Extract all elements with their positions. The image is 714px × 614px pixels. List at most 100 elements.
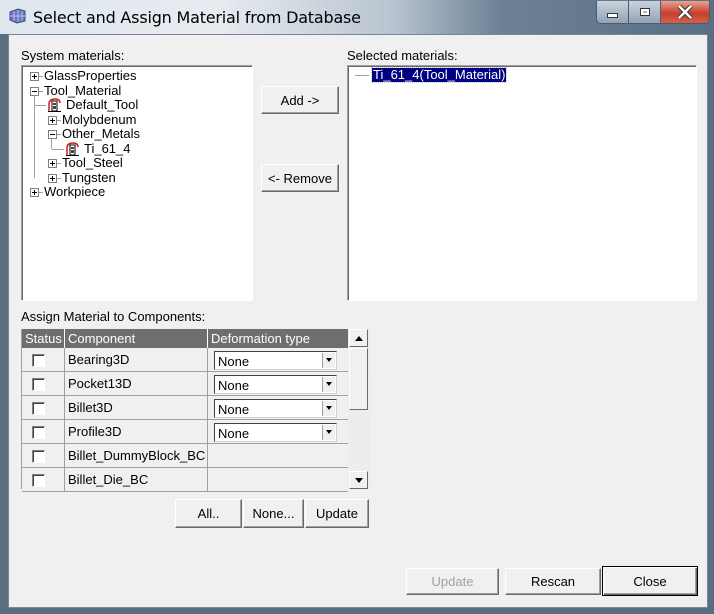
expand-icon[interactable] (48, 115, 57, 125)
column-component[interactable]: Component (65, 329, 208, 348)
deformation-type-select[interactable]: None (214, 399, 337, 418)
footer-update-button[interactable]: Update (406, 568, 499, 595)
tree-connector (57, 177, 61, 179)
status-cell (22, 420, 65, 443)
selected-materials-list[interactable]: Ti_61_4(Tool_Material) (347, 65, 697, 301)
column-status[interactable]: Status (22, 329, 65, 348)
deformation-cell: None (208, 420, 348, 443)
table-row: Bearing3D None (22, 348, 348, 372)
deformation-type-select[interactable]: None (214, 351, 337, 370)
status-cell (22, 444, 65, 467)
tree-connector (34, 105, 46, 106)
system-materials-tree[interactable]: GlassProperties Tool_Material Default_Tool… (21, 65, 253, 301)
expand-icon[interactable] (30, 72, 39, 81)
table-row: Profile3D None (22, 420, 348, 444)
window-title: Select and Assign Material from Database (33, 8, 361, 27)
expand-icon[interactable] (30, 188, 39, 197)
tree-connector (57, 134, 61, 135)
status-cell (22, 348, 65, 371)
status-checkbox[interactable] (32, 378, 45, 391)
tree-node[interactable]: Default_Tool (66, 98, 138, 112)
material-icon (48, 98, 61, 112)
tree-node[interactable]: Other_Metals (62, 127, 140, 141)
component-cell: Bearing3D (65, 348, 208, 371)
table-row: Pocket13D None (22, 372, 348, 396)
status-checkbox[interactable] (32, 402, 45, 415)
arrow-up-icon (355, 336, 363, 341)
tree-node[interactable]: Tungsten (62, 170, 116, 185)
deformation-cell (208, 468, 348, 491)
table-header: Status Component Deformation type (22, 329, 348, 348)
select-none-button[interactable]: None... (243, 499, 304, 528)
tree-node[interactable]: Tool_Steel (62, 156, 123, 170)
component-cell: Profile3D (65, 420, 208, 443)
tree-node[interactable]: Ti_61_4 (84, 141, 131, 156)
title-bar[interactable]: Select and Assign Material from Database (0, 0, 714, 34)
deformation-cell: None (208, 348, 348, 371)
select-all-button[interactable]: All.. (175, 499, 242, 528)
status-checkbox[interactable] (32, 450, 45, 463)
tree-connector (57, 163, 61, 164)
dropdown-arrow-icon[interactable] (322, 377, 335, 392)
component-cell: Billet_Die_BC (65, 468, 208, 491)
tree-node[interactable]: GlassProperties (44, 69, 136, 83)
component-cell: Billet_DummyBlock_BC (65, 444, 208, 467)
minimize-icon (607, 13, 618, 18)
column-deformation-type[interactable]: Deformation type (208, 329, 348, 348)
add-button[interactable]: Add -> (261, 86, 339, 114)
tree-connector (57, 119, 61, 121)
deformation-cell (208, 444, 348, 467)
scroll-thumb[interactable] (349, 348, 368, 410)
maximize-button[interactable] (629, 1, 661, 23)
deformation-type-value: None (218, 378, 250, 393)
assign-label: Assign Material to Components: (21, 309, 206, 324)
scroll-up-button[interactable] (349, 329, 368, 347)
close-window-button[interactable] (661, 1, 709, 23)
maximize-icon (639, 8, 650, 16)
dialog-body: System materials: GlassProperties Tool_Ma… (8, 34, 708, 608)
minimize-button[interactable] (597, 1, 629, 23)
table-row: Billet_DummyBlock_BC (22, 444, 348, 468)
status-cell (22, 468, 65, 491)
app-icon (9, 8, 26, 24)
rescan-button[interactable]: Rescan (505, 568, 601, 595)
tree-connector (52, 148, 64, 150)
dropdown-arrow-icon[interactable] (322, 401, 335, 416)
close-icon (677, 5, 693, 19)
table-scrollbar[interactable] (348, 329, 370, 489)
dropdown-arrow-icon[interactable] (322, 353, 335, 368)
window-controls (596, 1, 710, 24)
tree-connector (39, 192, 43, 193)
tree-connector (39, 90, 43, 92)
scroll-down-button[interactable] (349, 471, 368, 489)
deformation-type-select[interactable]: None (214, 375, 337, 394)
selected-material-item[interactable]: Ti_61_4(Tool_Material) (370, 67, 508, 83)
deformation-type-value: None (218, 426, 250, 441)
expand-icon[interactable] (48, 173, 57, 183)
status-checkbox[interactable] (32, 474, 45, 487)
table-row: Billet3D None (22, 396, 348, 420)
arrow-down-icon (355, 478, 363, 483)
remove-button[interactable]: <- Remove (261, 164, 339, 192)
dropdown-arrow-icon[interactable] (322, 425, 335, 440)
expand-icon[interactable] (48, 159, 57, 168)
collapse-icon[interactable] (48, 130, 57, 139)
tree-connector (355, 75, 369, 76)
tree-node[interactable]: Molybdenum (62, 112, 136, 127)
components-table: Status Component Deformation type Bearin… (21, 329, 370, 492)
deformation-type-select[interactable]: None (214, 423, 337, 442)
tree-connector (39, 76, 43, 77)
deformation-type-value: None (218, 402, 250, 417)
status-cell (22, 372, 65, 395)
component-cell: Billet3D (65, 396, 208, 419)
status-checkbox[interactable] (32, 426, 45, 439)
assign-update-button[interactable]: Update (305, 499, 369, 528)
status-cell (22, 396, 65, 419)
material-icon (66, 141, 79, 156)
close-button[interactable]: Close (602, 566, 698, 596)
status-checkbox[interactable] (32, 354, 45, 367)
tree-node[interactable]: Tool_Material (44, 83, 121, 98)
deformation-type-value: None (218, 354, 250, 369)
collapse-icon[interactable] (30, 86, 39, 96)
tree-node[interactable]: Workpiece (44, 185, 105, 199)
